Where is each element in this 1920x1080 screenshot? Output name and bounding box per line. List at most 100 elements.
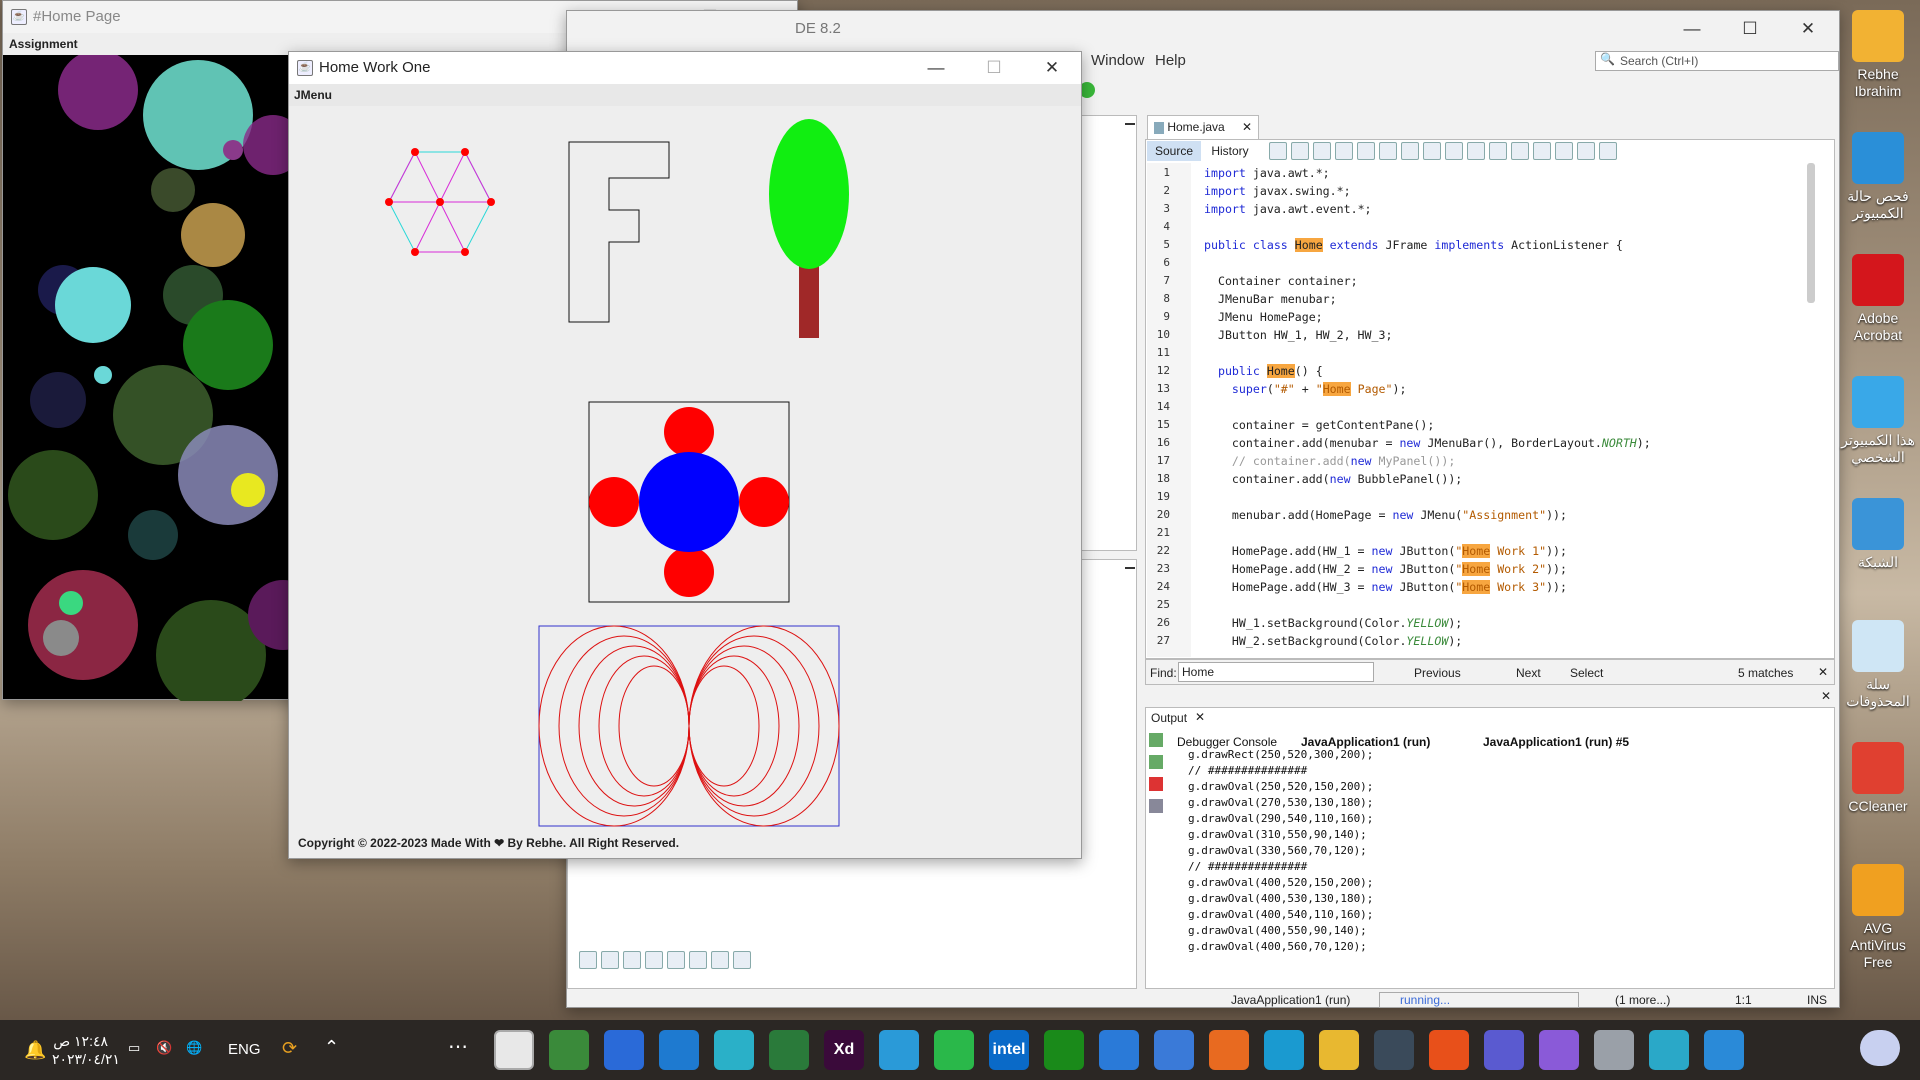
search-taskbar-icon[interactable] (1649, 1030, 1689, 1070)
desktop-icon[interactable]: CCleaner (1836, 742, 1920, 815)
copilot-taskbar-icon[interactable] (1539, 1030, 1579, 1070)
maximize-icon[interactable]: ☐ (1721, 11, 1779, 47)
desktop-icon[interactable]: سلة المحذوفات (1836, 620, 1920, 710)
tool-icon[interactable] (579, 951, 597, 969)
panel-minimize-icon[interactable] (1125, 123, 1135, 125)
close-icon[interactable]: ✕ (1195, 710, 1205, 724)
find-previous-button[interactable]: Previous (1414, 666, 1461, 680)
close-icon[interactable]: ✕ (1821, 689, 1831, 703)
status-more[interactable]: (1 more...) (1615, 993, 1670, 1007)
intel-taskbar-icon[interactable]: intel (989, 1030, 1029, 1070)
code-line[interactable]: import javax.swing.*; (1148, 182, 1808, 200)
rerun-icon[interactable] (1149, 755, 1163, 769)
rerun-icon[interactable] (1149, 733, 1163, 747)
app-cube-taskbar-icon[interactable] (714, 1030, 754, 1070)
code-line[interactable]: HomePage.add(HW_2 = new JButton("Home Wo… (1148, 560, 1808, 578)
find-select-button[interactable]: Select (1570, 666, 1603, 680)
stop-icon[interactable] (1149, 777, 1163, 791)
tool-icon[interactable] (1357, 142, 1375, 160)
editor-scrollbar[interactable] (1807, 163, 1815, 303)
close-icon[interactable]: ✕ (1779, 11, 1837, 47)
panel-minimize-icon[interactable] (1125, 567, 1135, 569)
desktop-icon[interactable]: AVG AntiVirus Free (1836, 864, 1920, 971)
tool-icon[interactable] (667, 951, 685, 969)
code-line[interactable]: HomePage.add(HW_1 = new JButton("Home Wo… (1148, 542, 1808, 560)
code-line[interactable]: HW_2.setBackground(Color.YELLOW); (1148, 632, 1808, 650)
code-line[interactable] (1148, 344, 1808, 362)
tool-icon[interactable] (601, 951, 619, 969)
tool-icon[interactable] (1335, 142, 1353, 160)
minimize-icon[interactable]: — (1663, 11, 1721, 47)
close-icon[interactable]: ✕ (1242, 116, 1252, 138)
code-line[interactable] (1148, 218, 1808, 236)
close-icon[interactable]: ✕ (1818, 665, 1828, 679)
output-label[interactable]: Output (1151, 711, 1187, 725)
desktop-icon[interactable]: Rebhe Ibrahim (1836, 10, 1920, 100)
netbeans-titlebar[interactable]: DE 8.2 — ☐ ✕ (567, 11, 1839, 47)
app-orange-taskbar-icon[interactable] (1209, 1030, 1249, 1070)
jmenu[interactable]: JMenu (289, 84, 1081, 106)
code-line[interactable]: JMenu HomePage; (1148, 308, 1808, 326)
tool-icon[interactable] (623, 951, 641, 969)
tool-icon[interactable] (1379, 142, 1397, 160)
code-line[interactable] (1148, 488, 1808, 506)
code-line[interactable]: Container container; (1148, 272, 1808, 290)
menu-help[interactable]: Help (1155, 52, 1186, 69)
tool-icon[interactable] (645, 951, 663, 969)
tool-icon[interactable] (689, 951, 707, 969)
edge-taskbar-icon[interactable] (1264, 1030, 1304, 1070)
find-next-button[interactable]: Next (1516, 666, 1541, 680)
tool-icon[interactable] (1511, 142, 1529, 160)
close-icon[interactable]: ✕ (1023, 52, 1081, 84)
clock[interactable]: ١٢:٤٨ ص ٢٠٢٣/٠٤/٢١ (52, 1032, 120, 1068)
vscode-taskbar-icon[interactable] (659, 1030, 699, 1070)
code-line[interactable]: HomePage.add(HW_3 = new JButton("Home Wo… (1148, 578, 1808, 596)
more-icon[interactable]: ⋯ (448, 1034, 468, 1059)
desktop-icon[interactable]: فحص حالة الكمبيوتر (1836, 132, 1920, 222)
weather-icon[interactable] (1860, 1030, 1900, 1066)
output-tab-run-5[interactable]: JavaApplication1 (run) #5 (1483, 735, 1629, 749)
tool-icon[interactable] (1423, 142, 1441, 160)
tool-icon[interactable] (1467, 142, 1485, 160)
teams-taskbar-icon[interactable] (1484, 1030, 1524, 1070)
start-taskbar-icon[interactable] (1704, 1030, 1744, 1070)
code-line[interactable]: public Home() { (1148, 362, 1808, 380)
tool-icon[interactable] (1489, 142, 1507, 160)
history-tab[interactable]: History (1203, 141, 1257, 161)
code-line[interactable]: super("#" + "Home Page"); (1148, 380, 1808, 398)
battery-icon[interactable]: ▭ (128, 1040, 140, 1056)
source-tab[interactable]: Source (1147, 141, 1201, 161)
language-indicator[interactable]: ENG (228, 1041, 261, 1058)
code-line[interactable]: public class Home extends JFrame impleme… (1148, 236, 1808, 254)
code-line[interactable]: JButton HW_1, HW_2, HW_3; (1148, 326, 1808, 344)
java-app-taskbar-icon[interactable] (494, 1030, 534, 1070)
tool-icon[interactable] (1577, 142, 1595, 160)
desktop-icon[interactable]: هذا الكمبيوتر الشخصي (1836, 376, 1920, 466)
code-line[interactable]: import java.awt.*; (1148, 164, 1808, 182)
media-taskbar-icon[interactable] (604, 1030, 644, 1070)
desktop-icon[interactable]: الشبكة (1836, 498, 1920, 571)
search-box[interactable]: 🔍 Search (Ctrl+I) (1595, 51, 1839, 71)
telegram-taskbar-icon[interactable] (879, 1030, 919, 1070)
code-line[interactable] (1148, 524, 1808, 542)
excel-like-taskbar-icon[interactable] (769, 1030, 809, 1070)
firefox-taskbar-icon[interactable] (1429, 1030, 1469, 1070)
editor-tab[interactable]: Home.java ✕ (1147, 115, 1259, 139)
xbox-taskbar-icon[interactable] (1044, 1030, 1084, 1070)
code-line[interactable] (1148, 398, 1808, 416)
code-line[interactable]: // container.add(new MyPanel()); (1148, 452, 1808, 470)
tool-icon[interactable] (733, 951, 751, 969)
volume-muted-icon[interactable]: 🔇 (156, 1040, 172, 1056)
tool-icon[interactable] (1401, 142, 1419, 160)
tool-icon[interactable] (1313, 142, 1331, 160)
calculator-taskbar-icon[interactable] (1374, 1030, 1414, 1070)
code-line[interactable]: import java.awt.event.*; (1148, 200, 1808, 218)
code-line[interactable]: container.add(new BubblePanel()); (1148, 470, 1808, 488)
code-line[interactable]: HW_1.setBackground(Color.YELLOW); (1148, 614, 1808, 632)
tool-icon[interactable] (1555, 142, 1573, 160)
tool-icon[interactable] (1445, 142, 1463, 160)
chrome-taskbar-icon[interactable] (549, 1030, 589, 1070)
tool-icon[interactable] (1599, 142, 1617, 160)
chevron-up-icon[interactable]: ⌃ (324, 1037, 339, 1058)
find-input[interactable]: Home (1178, 662, 1374, 682)
